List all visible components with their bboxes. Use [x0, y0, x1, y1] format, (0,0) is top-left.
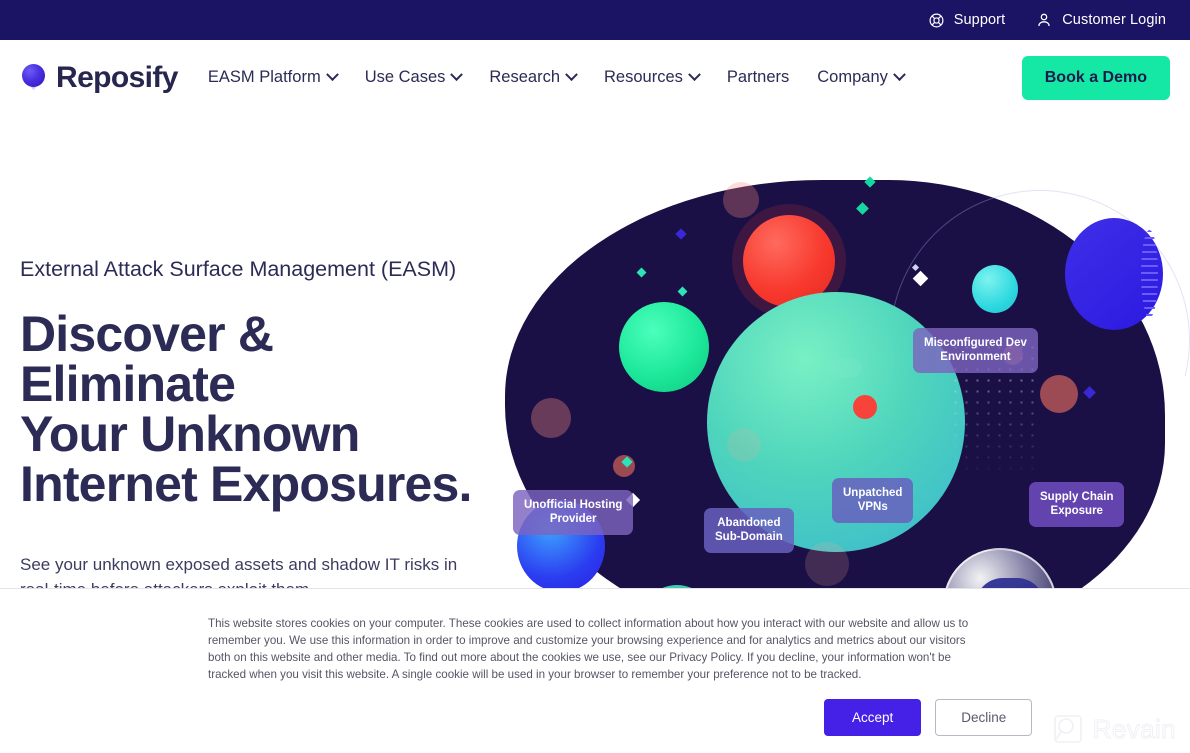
tag-line-1: Unpatched: [843, 487, 903, 499]
nav-label: Partners: [726, 68, 790, 86]
tag-unpatched-vpns: Unpatched VPNs: [832, 478, 914, 523]
tag-line-2: Exposure: [1050, 505, 1103, 518]
planet-blue-striped: [1065, 218, 1163, 330]
headline-line-1: Discover & Eliminate: [20, 306, 274, 413]
nav-item-research[interactable]: Research: [489, 68, 578, 87]
tag-line-2: VPNs: [857, 501, 888, 514]
user-icon: [1035, 11, 1053, 29]
planet-halo-pink-top: [723, 182, 759, 218]
hero-headline: Discover & Eliminate Your Unknown Intern…: [20, 309, 490, 509]
planet-red-small: [853, 395, 877, 419]
nav-label: Company: [817, 68, 888, 86]
revain-watermark: Revain: [1052, 713, 1176, 745]
nav-item-easm-platform[interactable]: EASM Platform: [207, 68, 339, 87]
planet-halo-pink-left: [531, 398, 571, 438]
book-a-demo-button[interactable]: Book a Demo: [1021, 55, 1170, 100]
tag-line-2: Provider: [549, 513, 597, 526]
nav-item-use-cases[interactable]: Use Cases: [364, 68, 464, 87]
nav-label: Use Cases: [364, 68, 446, 86]
tag-line-1: Misconfigured Dev: [924, 337, 1027, 349]
chevron-down-icon: [893, 68, 906, 82]
site-header: Reposify EASM Platform Use Cases Researc…: [0, 40, 1190, 115]
hero-eyebrow: External Attack Surface Management (EASM…: [20, 257, 457, 281]
magnifier-icon: [1052, 713, 1084, 745]
nav-item-resources[interactable]: Resources: [604, 68, 701, 87]
support-link[interactable]: Support: [928, 12, 1006, 29]
planet-cyan: [972, 265, 1018, 313]
support-label: Support: [953, 12, 1006, 28]
nav-item-company[interactable]: Company: [817, 68, 906, 87]
tag-abandoned-sub-domain: Abandoned Sub-Domain: [704, 508, 794, 553]
headline-line-3: Internet Exposures.: [20, 456, 472, 513]
cookie-consent-banner: This website stores cookies on your comp…: [0, 588, 1190, 753]
watermark-label: Revain: [1092, 713, 1176, 744]
tag-misconfigured-dev-environment: Misconfigured Dev Environment: [913, 328, 1038, 373]
planet-green: [619, 302, 709, 392]
tag-supply-chain-exposure: Supply Chain Exposure: [1029, 482, 1125, 527]
chevron-down-icon: [565, 68, 578, 82]
planet-ghost-3: [827, 358, 863, 378]
logo[interactable]: Reposify: [20, 60, 179, 95]
customer-login-link[interactable]: Customer Login: [1035, 11, 1166, 29]
accept-cookies-button[interactable]: Accept: [824, 699, 922, 736]
main-nav: EASM Platform Use Cases Research Resourc…: [207, 68, 906, 87]
logo-text: Reposify: [56, 60, 179, 94]
hero-copy: External Attack Surface Management (EASM…: [20, 255, 490, 602]
planet-ghost-2: [805, 542, 849, 586]
nav-label: EASM Platform: [207, 68, 321, 86]
nav-label: Research: [489, 68, 561, 86]
customer-login-label: Customer Login: [1062, 12, 1166, 28]
tag-unofficial-hosting-provider: Unofficial Hosting Provider: [513, 490, 634, 535]
nav-item-partners[interactable]: Partners: [727, 68, 789, 87]
cookie-banner-actions: Accept Decline: [824, 699, 1033, 736]
chevron-down-icon: [450, 68, 464, 82]
top-utility-bar: Support Customer Login: [0, 0, 1190, 40]
headline-line-2: Your Unknown: [20, 406, 360, 463]
planet-maroon-3: [1040, 375, 1078, 413]
decline-cookies-button[interactable]: Decline: [935, 699, 1033, 736]
tag-line-1: Unofficial Hosting: [524, 499, 623, 511]
reposify-sphere-logo-icon: [20, 63, 47, 93]
hero-illustration: Misconfigured Dev Environment Unofficial…: [495, 160, 1190, 660]
chevron-down-icon: [325, 68, 339, 82]
cookie-banner-text: This website stores cookies on your comp…: [208, 617, 969, 682]
page-root: Support Customer Login Reposify EASM Pla…: [0, 0, 1190, 753]
tag-line-1: Supply Chain: [1040, 491, 1114, 503]
tag-line-2: Sub-Domain: [715, 531, 783, 544]
tag-line-1: Abandoned: [717, 517, 781, 529]
planet-ghost-1: [727, 428, 761, 462]
tag-line-2: Environment: [940, 351, 1011, 364]
chevron-down-icon: [688, 68, 701, 82]
lifebuoy-icon: [928, 12, 945, 29]
nav-label: Resources: [604, 68, 683, 86]
